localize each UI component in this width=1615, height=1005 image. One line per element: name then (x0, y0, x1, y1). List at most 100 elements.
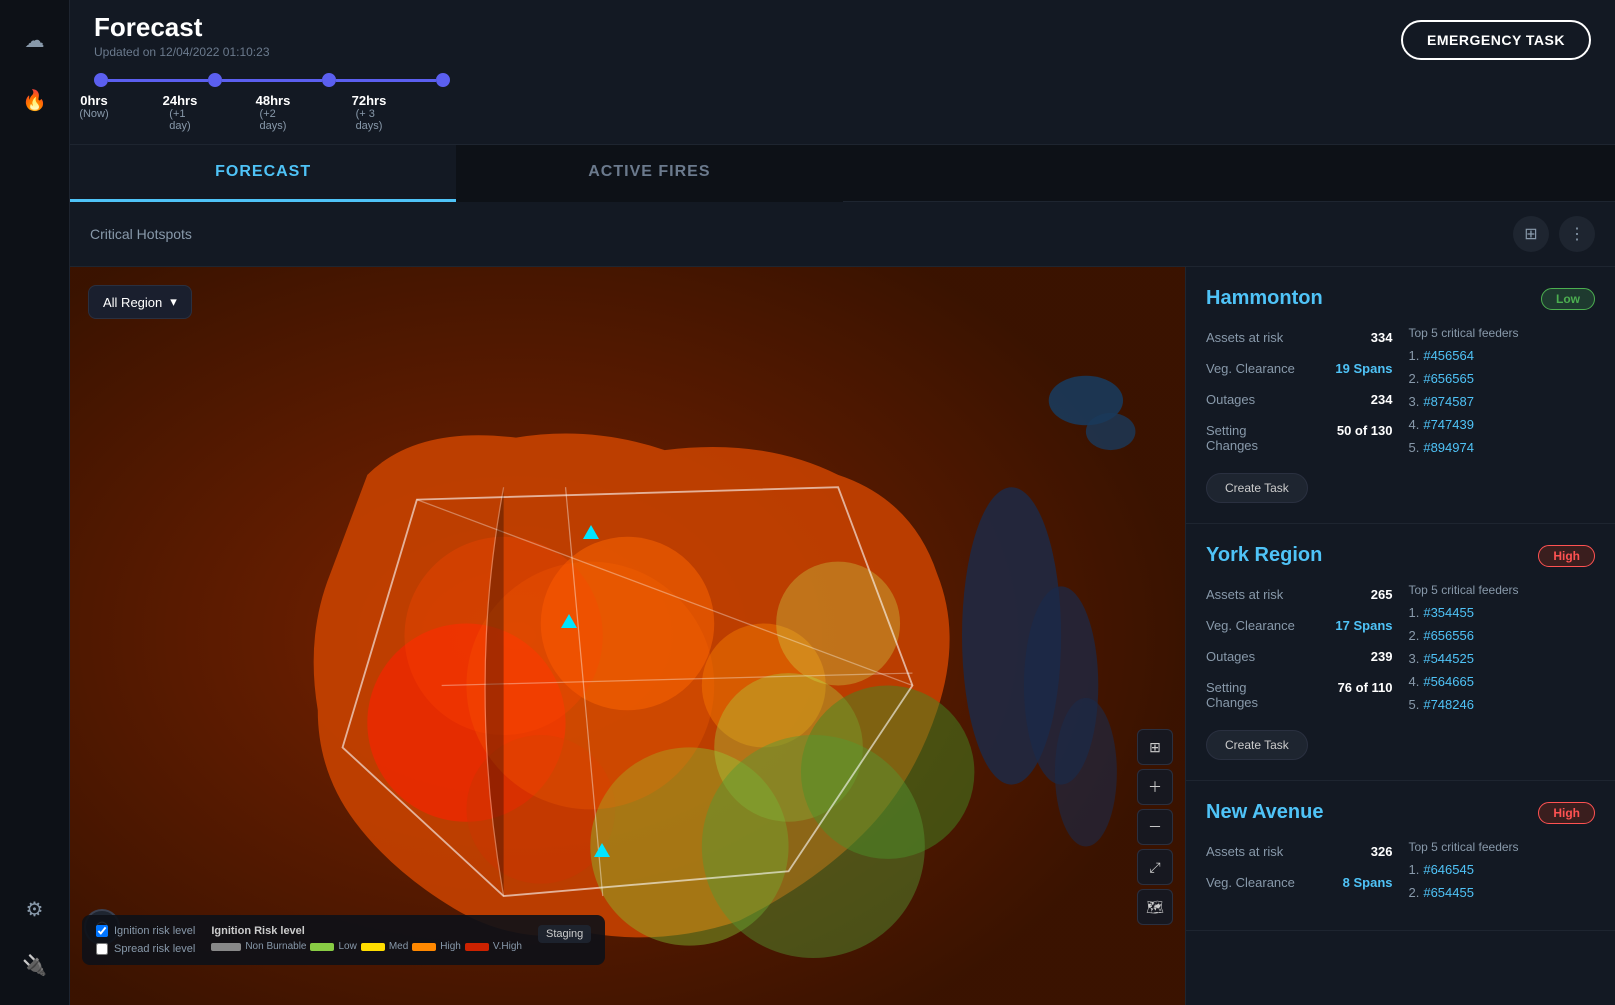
feeder-list-hammonton: 1. #456564 2. #656565 3. #874587 (1409, 348, 1596, 459)
stat-label-assets-na: Assets at risk (1206, 840, 1299, 863)
card-content-hammonton: Assets at risk 334 Veg. Clearance 19 Spa… (1206, 326, 1595, 503)
feeder-york-5: 5. #748246 (1409, 697, 1596, 716)
map-adjust-icon[interactable]: ⊞ (1137, 729, 1173, 765)
header-left: Forecast Updated on 12/04/2022 01:10:23 … (94, 12, 450, 132)
sidebar-icon-fire[interactable]: 🔥 (15, 80, 55, 120)
region-dropdown[interactable]: All Region ▾ (88, 285, 192, 319)
stat-value-assets: 334 (1299, 326, 1392, 349)
fire-marker-staging (594, 843, 610, 857)
right-panel: Hammonton Low Assets at risk 334 Veg. Cl… (1185, 267, 1615, 1005)
feeder-item-1: 1. #456564 (1409, 348, 1596, 367)
feeder-link-5[interactable]: #894974 (1423, 440, 1474, 455)
feeder-york-4: 4. #564665 (1409, 674, 1596, 693)
timeline-point-3[interactable] (436, 73, 450, 87)
create-task-btn-york[interactable]: Create Task (1206, 730, 1308, 760)
emergency-task-button[interactable]: EMERGENCY TASK (1401, 20, 1591, 60)
feeder-link-1[interactable]: #456564 (1423, 348, 1474, 363)
feeder-link-york-4[interactable]: #564665 (1423, 674, 1474, 689)
risk-badge-hammonton: Low (1541, 288, 1595, 310)
feeder-item-4: 4. #747439 (1409, 417, 1596, 436)
stat-label-assets-york: Assets at risk (1206, 583, 1299, 606)
zoom-in-button[interactable]: ＋ (1137, 769, 1173, 805)
stat-value-setting-york: 76 of 110 (1299, 676, 1392, 714)
stat-value-outages: 234 (1299, 388, 1392, 411)
stats-york: Assets at risk 265 Veg. Clearance 17 Spa… (1206, 583, 1393, 760)
stat-label-outages-york: Outages (1206, 645, 1299, 668)
legend-risk-scale: Ignition Risk level Non Burnable Low Med… (211, 925, 522, 952)
feeder-link-2[interactable]: #656565 (1423, 371, 1474, 386)
feeder-list-new-avenue: 1. #646545 2. #654455 (1409, 862, 1596, 904)
legend-vhigh (465, 943, 489, 951)
feeder-york-3: 3. #544525 (1409, 651, 1596, 670)
region-card-header-york: York Region High (1206, 544, 1595, 567)
legend-color-scale: Non Burnable Low Med High V.High (211, 941, 522, 952)
stat-label-veg-york: Veg. Clearance (1206, 614, 1299, 637)
legend-checkboxes: Ignition risk level Spread risk level (96, 925, 195, 955)
timeline-line-1 (108, 79, 208, 82)
feeders-title-new-avenue: Top 5 critical feeders (1409, 840, 1596, 854)
stat-value-veg: 19 Spans (1299, 357, 1392, 380)
feeder-item-3: 3. #874587 (1409, 394, 1596, 413)
stat-value-outages-york: 239 (1299, 645, 1392, 668)
region-card-york: York Region High Assets at risk 265 Veg.… (1186, 524, 1615, 781)
feeders-title-hammonton: Top 5 critical feeders (1409, 326, 1596, 340)
feeder-link-york-3[interactable]: #544525 (1423, 651, 1474, 666)
map-controls: ⊞ ＋ － ⤢ 🗺 (1137, 729, 1173, 925)
create-task-btn-hammonton[interactable]: Create Task (1206, 473, 1308, 503)
feeder-link-4[interactable]: #747439 (1423, 417, 1474, 432)
staging-badge: Staging (538, 925, 591, 943)
feeder-link-york-2[interactable]: #656556 (1423, 628, 1474, 643)
legend-med (361, 943, 385, 951)
main-content: Forecast Updated on 12/04/2022 01:10:23 … (70, 0, 1615, 1005)
more-options-button[interactable]: ⋮ (1559, 216, 1595, 252)
risk-badge-york: High (1538, 545, 1595, 567)
stats-hammonton: Assets at risk 334 Veg. Clearance 19 Spa… (1206, 326, 1393, 503)
legend-high (412, 943, 436, 951)
stat-value-assets-york: 265 (1299, 583, 1392, 606)
stat-label-setting: Setting Changes (1206, 419, 1299, 457)
feeder-link-york-5[interactable]: #748246 (1423, 697, 1474, 712)
feeder-list-york: 1. #354455 2. #656556 3. #544525 (1409, 605, 1596, 716)
timeline-labels: 0hrs (Now) 24hrs (+1 day) 48hrs (+2 days… (94, 93, 450, 132)
region-name-new-avenue: New Avenue (1206, 801, 1323, 824)
spread-risk-checkbox[interactable]: Spread risk level (96, 943, 195, 955)
map-legend-button[interactable]: 🗺 (1137, 889, 1173, 925)
sidebar-icon-cloud[interactable]: ☁ (15, 20, 55, 60)
feeder-item-5: 5. #894974 (1409, 440, 1596, 459)
stat-label-assets: Assets at risk (1206, 326, 1299, 349)
timeline-point-0[interactable] (94, 73, 108, 87)
sidebar: ☁ 🔥 ⚙ 🔌 (0, 0, 70, 1005)
map-legend: Ignition risk level Spread risk level Ig… (82, 915, 605, 965)
zoom-out-button[interactable]: － (1137, 809, 1173, 845)
timeline: 0hrs (Now) 24hrs (+1 day) 48hrs (+2 days… (94, 73, 450, 132)
timeline-point-2[interactable] (322, 73, 336, 87)
region-stats-new-avenue: Assets at risk 326 Veg. Clearance 8 Span… (1206, 840, 1393, 894)
feeder-york-2: 2. #656556 (1409, 628, 1596, 647)
feeder-link-na-1[interactable]: #646545 (1423, 862, 1474, 877)
feeder-na-1: 1. #646545 (1409, 862, 1596, 881)
fullscreen-button[interactable]: ⤢ (1137, 849, 1173, 885)
map-layers-button[interactable]: ⊞ (1513, 216, 1549, 252)
feeder-link-na-2[interactable]: #654455 (1423, 885, 1474, 900)
region-dropdown-label: All Region (103, 295, 162, 310)
stat-label-veg: Veg. Clearance (1206, 357, 1299, 380)
sidebar-icon-plugin[interactable]: 🔌 (15, 945, 55, 985)
ignition-checkbox-input[interactable] (96, 925, 108, 937)
feeder-link-york-1[interactable]: #354455 (1423, 605, 1474, 620)
ignition-risk-checkbox[interactable]: Ignition risk level (96, 925, 195, 937)
region-card-new-avenue: New Avenue High Assets at risk 326 Veg. … (1186, 781, 1615, 931)
timeline-point-1[interactable] (208, 73, 222, 87)
region-card-header-new-avenue: New Avenue High (1206, 801, 1595, 824)
sidebar-icon-settings[interactable]: ⚙ (15, 889, 55, 929)
tab-forecast[interactable]: FORECAST (70, 145, 456, 202)
spread-checkbox-input[interactable] (96, 943, 108, 955)
risk-badge-new-avenue: High (1538, 802, 1595, 824)
stats-new-avenue: Assets at risk 326 Veg. Clearance 8 Span… (1206, 840, 1393, 910)
feeder-link-3[interactable]: #874587 (1423, 394, 1474, 409)
content-actions: ⊞ ⋮ (1513, 216, 1595, 252)
tab-bar: FORECAST ACTIVE FIRES (70, 145, 1615, 202)
region-stats-hammonton: Assets at risk 334 Veg. Clearance 19 Spa… (1206, 326, 1393, 457)
feeder-na-2: 2. #654455 (1409, 885, 1596, 904)
tab-active-fires[interactable]: ACTIVE FIRES (456, 145, 842, 202)
region-card-hammonton: Hammonton Low Assets at risk 334 Veg. Cl… (1186, 267, 1615, 524)
